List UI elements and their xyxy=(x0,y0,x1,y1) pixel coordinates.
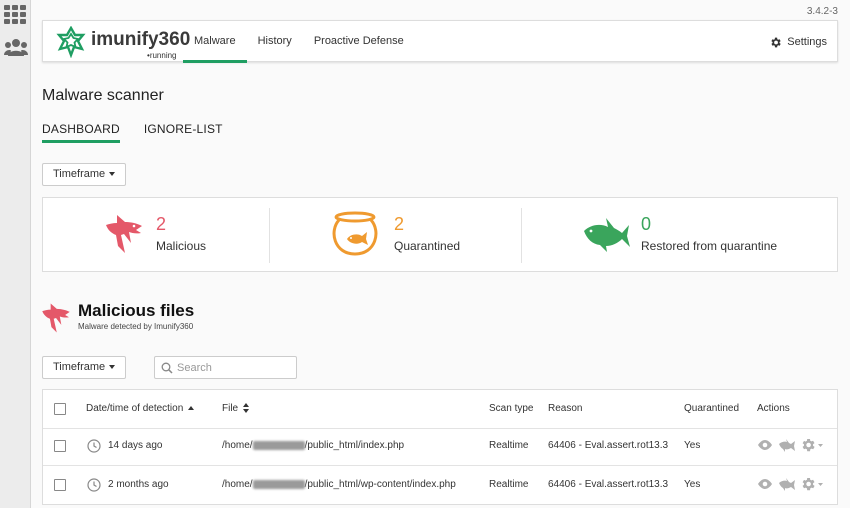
settings-label: Settings xyxy=(787,36,827,48)
redacted-username xyxy=(252,440,305,450)
malicious-count: 2 xyxy=(156,214,167,234)
reason: 64406 - Eval.assert.rot13.3 xyxy=(548,479,669,490)
quarantined: Yes xyxy=(684,479,701,490)
stat-restored: 0 Restored from quarantine xyxy=(522,198,837,273)
section-subtitle: Malware detected by Imunify360 xyxy=(78,322,194,331)
restored-label: Restored from quarantine xyxy=(641,239,778,253)
timeframe-label: Timeframe xyxy=(53,168,106,180)
detection-time: 14 days ago xyxy=(108,440,163,451)
eye-icon[interactable] xyxy=(757,478,773,490)
restore-fish-icon[interactable] xyxy=(778,477,795,491)
sort-icon xyxy=(243,403,250,414)
timeframe-dropdown[interactable]: Timeframe xyxy=(42,163,127,186)
gear-dropdown-icon[interactable] xyxy=(800,438,824,452)
clock-icon xyxy=(87,478,101,492)
restored-count: 0 xyxy=(641,214,652,234)
search-box xyxy=(154,356,297,379)
top-navbar: imunify360 •running Malware History Proa… xyxy=(42,20,838,63)
col-scan-type: Scan type xyxy=(489,403,534,414)
select-all-checkbox[interactable] xyxy=(54,403,66,415)
gear-dropdown-icon[interactable] xyxy=(800,477,824,491)
fishbowl-icon xyxy=(332,211,378,256)
main-nav: Malware History Proactive Defense xyxy=(183,21,415,63)
nav-history[interactable]: History xyxy=(247,21,303,63)
quarantined: Yes xyxy=(684,440,701,451)
file-path: /home//public_html/wp-content/index.php xyxy=(222,479,456,490)
version-label: 3.4.2-3 xyxy=(806,6,838,17)
page-title: Malware scanner xyxy=(42,87,164,104)
quarantined-label: Quarantined xyxy=(394,239,461,253)
row-checkbox[interactable] xyxy=(54,479,66,491)
nav-malware[interactable]: Malware xyxy=(183,21,247,63)
brand-name: imunify360 xyxy=(91,29,191,50)
clock-icon xyxy=(87,439,101,453)
table-header: Date/time of detection File Scan type Re… xyxy=(43,390,837,429)
table-row: 14 days ago /home//public_html/index.php… xyxy=(43,427,837,466)
col-reason: Reason xyxy=(548,403,583,414)
row-actions xyxy=(757,477,824,491)
col-actions: Actions xyxy=(757,403,790,414)
users-icon[interactable] xyxy=(4,38,28,56)
reason: 64406 - Eval.assert.rot13.3 xyxy=(548,440,669,451)
status-text: •running xyxy=(147,51,177,60)
stat-quarantined: 2 Quarantined xyxy=(270,198,521,273)
apps-grid-icon[interactable] xyxy=(4,5,26,25)
eye-icon[interactable] xyxy=(757,439,773,451)
left-sidebar xyxy=(0,0,31,508)
file-path: /home//public_html/index.php xyxy=(222,440,405,451)
settings-button[interactable]: Settings xyxy=(769,21,827,63)
malicious-label: Malicious xyxy=(156,239,207,253)
row-actions xyxy=(757,438,824,452)
scan-type: Realtime xyxy=(489,440,529,451)
timeframe-label: Timeframe xyxy=(53,361,106,373)
caret-down-icon xyxy=(109,365,116,370)
page-tabs: DASHBOARD IGNORE-LIST xyxy=(42,122,223,143)
search-icon xyxy=(161,362,173,374)
fish-icon xyxy=(584,218,630,252)
gear-icon xyxy=(771,37,781,47)
sort-asc-icon xyxy=(188,406,195,411)
restore-fish-icon[interactable] xyxy=(778,438,795,452)
stat-malicious: 2 Malicious xyxy=(43,198,269,273)
imunify-logo[interactable]: imunify360 •running xyxy=(55,26,190,60)
scan-type: Realtime xyxy=(489,479,529,490)
quarantined-count: 2 xyxy=(394,214,405,234)
malicious-files-table: Date/time of detection File Scan type Re… xyxy=(42,389,838,505)
caret-down-icon xyxy=(109,172,116,177)
search-input[interactable] xyxy=(177,360,292,375)
col-datetime[interactable]: Date/time of detection xyxy=(86,390,195,429)
row-checkbox[interactable] xyxy=(54,440,66,452)
nav-proactive-defense[interactable]: Proactive Defense xyxy=(303,21,415,63)
col-quarantined: Quarantined xyxy=(684,403,740,414)
main-content: 3.4.2-3 imunify360 •running Malware Hist… xyxy=(31,0,850,508)
tab-dashboard[interactable]: DASHBOARD xyxy=(42,122,120,143)
detection-time: 2 months ago xyxy=(108,479,169,490)
imunify-logo-icon xyxy=(56,26,86,58)
section-title: Malicious files xyxy=(78,301,195,320)
shark-icon xyxy=(42,303,70,333)
shark-icon xyxy=(106,215,142,253)
stats-panel: 2 Malicious 2 Quarantined 0 Restored fro… xyxy=(42,197,838,272)
files-timeframe-dropdown[interactable]: Timeframe xyxy=(42,356,127,379)
table-row: 2 months ago /home//public_html/wp-conte… xyxy=(43,466,837,505)
col-file[interactable]: File xyxy=(222,390,250,429)
tab-ignore-list[interactable]: IGNORE-LIST xyxy=(144,122,223,143)
redacted-username xyxy=(252,479,305,489)
